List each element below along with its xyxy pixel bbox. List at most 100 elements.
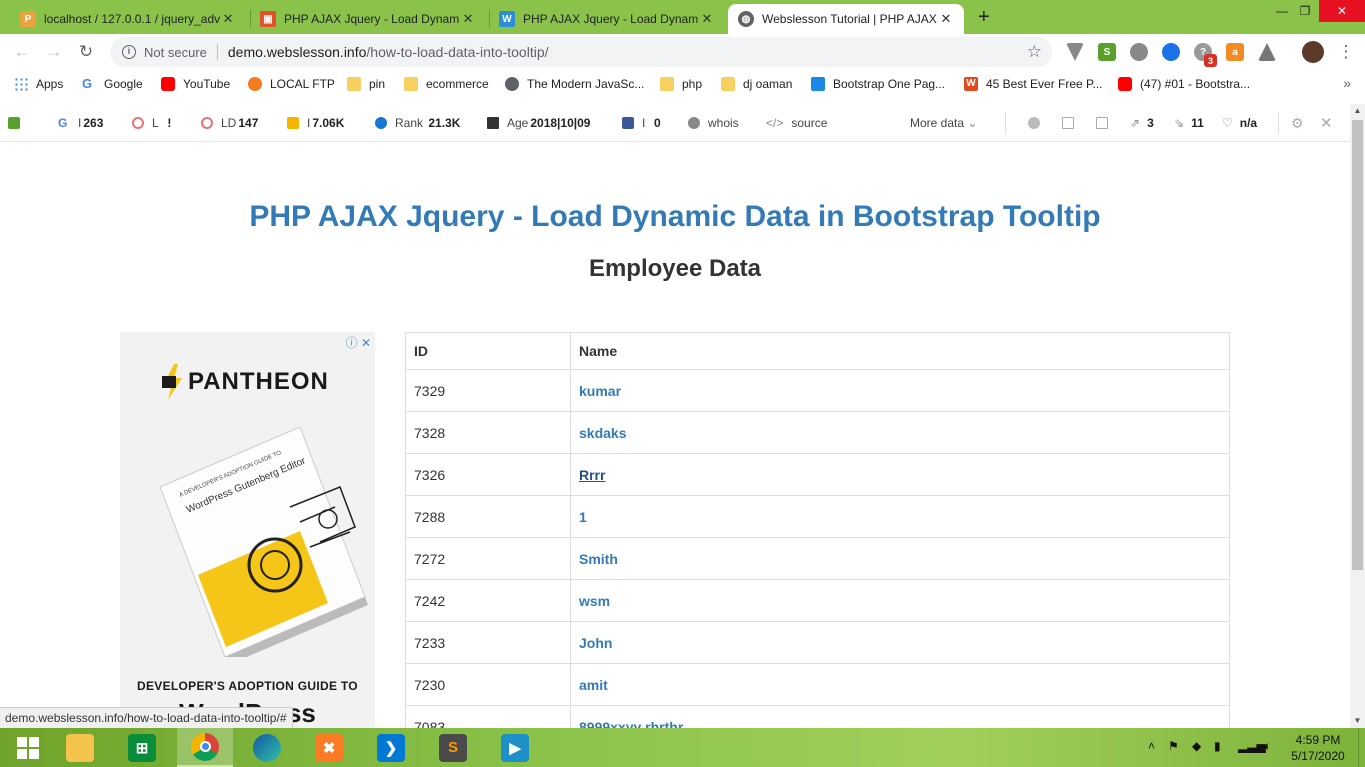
page-scrollbar[interactable]: ▲ ▼	[1350, 104, 1365, 728]
bookmark-dj-oaman[interactable]: dj oaman	[721, 75, 792, 93]
tab-phpmyadmin[interactable]: P localhost / 127.0.0.1 / jquery_adv ✕	[10, 4, 246, 34]
seo-facebook-likes[interactable]: I 0	[622, 115, 661, 131]
cell-id: 7242	[405, 579, 571, 622]
employee-name-link-hovered[interactable]: Rrrr	[579, 467, 605, 483]
seo-density-icon[interactable]	[1062, 115, 1082, 131]
bookmarks-overflow-icon[interactable]: »	[1343, 75, 1351, 91]
seo-source[interactable]: </> source	[766, 115, 827, 131]
close-tab-icon[interactable]: ✕	[699, 11, 715, 27]
seo-health[interactable]: ♡ n/a	[1222, 115, 1257, 131]
table-row: 7230 amit	[405, 663, 1230, 706]
show-desktop-button[interactable]	[1358, 728, 1365, 767]
taskbar-file-explorer[interactable]	[52, 728, 108, 767]
gear-icon[interactable]: ⚙	[1291, 115, 1304, 131]
employee-name-link[interactable]: Smith	[579, 551, 618, 567]
seo-google-index[interactable]: G I 263	[58, 115, 103, 131]
seoquake-logo-icon[interactable]	[8, 115, 28, 131]
profile-avatar[interactable]	[1302, 41, 1324, 63]
taskbar-vscode[interactable]: ❯	[363, 728, 419, 767]
folder-icon	[66, 733, 94, 762]
bookmark-youtube-bootstrap[interactable]: (47) #01 - Bootstra...	[1118, 75, 1250, 93]
youtube-icon	[161, 77, 175, 91]
windows-logo-icon	[17, 736, 39, 759]
ad-choices-icon[interactable]: ⓘ ✕	[346, 334, 371, 351]
seo-more-data-dropdown[interactable]: More data ⌄	[910, 115, 977, 131]
new-tab-button[interactable]: +	[978, 6, 990, 29]
bookmark-google[interactable]: G Google	[82, 75, 143, 93]
taskbar-sublime-text[interactable]: S	[425, 728, 481, 767]
taskbar-microsoft-store[interactable]: ⊞	[114, 728, 170, 767]
seo-domain-age[interactable]: Age 2018|10|09	[487, 115, 590, 131]
bookmark-youtube[interactable]: YouTube	[161, 75, 230, 93]
employee-name-link[interactable]: kumar	[579, 383, 621, 399]
pantheon-ad[interactable]: ⓘ ✕ PANTHEON A DEVELOPER'S ADOPTION GUID…	[120, 332, 375, 728]
status-bar-url: demo.webslesson.info/how-to-load-data-in…	[0, 707, 293, 728]
close-tab-icon[interactable]: ✕	[938, 11, 954, 27]
bookmark-pin[interactable]: pin	[347, 75, 385, 93]
scroll-down-arrow-icon[interactable]: ▼	[1350, 714, 1365, 728]
seoquake-extension-icon[interactable]: S	[1098, 43, 1116, 61]
seo-alexa-rank[interactable]: Rank 21.3K	[375, 115, 460, 131]
taskbar-video-editor[interactable]: ▶	[487, 728, 543, 767]
seo-page-icon[interactable]	[1096, 115, 1116, 131]
tab-php-ajax-1[interactable]: ▣ PHP AJAX Jquery - Load Dynamic ✕	[250, 4, 486, 34]
drive-extension-icon[interactable]	[1258, 43, 1276, 61]
seo-link-domains[interactable]: LD 147	[201, 115, 258, 131]
taskbar-chrome[interactable]	[177, 728, 233, 767]
reload-icon[interactable]: ↻	[76, 42, 96, 62]
address-bar[interactable]: i Not secure demo.webslesson.info /how-t…	[110, 37, 1052, 67]
google-icon: G	[82, 76, 93, 91]
phpmyadmin-icon: P	[20, 11, 36, 27]
employee-name-link[interactable]: John	[579, 635, 612, 651]
scrollbar-thumb[interactable]	[1352, 120, 1363, 570]
bookmark-modern-javascript[interactable]: The Modern JavaSc...	[505, 75, 644, 93]
bookmark-bootstrap-one-page[interactable]: Bootstrap One Pag...	[811, 75, 945, 93]
seo-internal-links[interactable]: ⇘ 11	[1174, 115, 1204, 131]
volume-icon[interactable]: 🔈︎	[1264, 739, 1271, 754]
bookmark-apps[interactable]: Apps	[14, 75, 63, 93]
employee-name-link[interactable]: 1	[579, 509, 587, 525]
dropbox-icon[interactable]: ◆	[1192, 739, 1201, 753]
taskbar-edge[interactable]	[239, 728, 295, 767]
bookmark-ecommerce[interactable]: ecommerce	[404, 75, 489, 93]
battery-icon[interactable]: ▮	[1214, 739, 1221, 753]
seo-bing-index[interactable]: I 7.06K	[287, 115, 344, 131]
network-signal-icon[interactable]: ▂▃▅	[1238, 739, 1266, 753]
close-tab-icon[interactable]: ✕	[460, 11, 476, 27]
bookmark-45-best[interactable]: W 45 Best Ever Free P...	[964, 75, 1103, 93]
colorful-extension-icon[interactable]	[1162, 43, 1180, 61]
bookmark-local-ftp[interactable]: LOCAL FTP	[248, 75, 335, 93]
sublime-icon: S	[439, 733, 467, 762]
cell-id: 7328	[405, 411, 571, 454]
seo-whois[interactable]: whois	[688, 115, 739, 131]
not-secure-label[interactable]: Not secure	[144, 45, 207, 60]
cell-name: wsm	[570, 579, 1230, 622]
windows-start-button[interactable]	[0, 728, 56, 767]
close-window-button[interactable]: ✕	[1319, 0, 1365, 22]
tab-php-ajax-2[interactable]: W PHP AJAX Jquery - Load Dynamic ✕	[489, 4, 725, 34]
forward-arrow-icon[interactable]: →	[44, 42, 64, 62]
seo-links[interactable]: L !	[132, 115, 171, 131]
a-extension-icon[interactable]: a	[1226, 43, 1244, 61]
taskbar-clock[interactable]: 4:59 PM 5/17/2020	[1288, 732, 1348, 764]
info-icon[interactable]: i	[122, 45, 136, 59]
back-arrow-icon[interactable]: ←	[12, 42, 32, 62]
cloud-extension-icon[interactable]	[1130, 43, 1148, 61]
close-icon[interactable]: ✕	[1320, 115, 1333, 132]
flag-icon[interactable]: ⚑	[1168, 739, 1179, 753]
menu-kebab-icon[interactable]: ⋮	[1336, 42, 1356, 62]
employee-name-link[interactable]: skdaks	[579, 425, 626, 441]
xampp-icon: ✖	[315, 733, 343, 762]
bookmark-php[interactable]: php	[660, 75, 702, 93]
close-tab-icon[interactable]: ✕	[220, 11, 236, 27]
tab-webslesson-active[interactable]: ◍ Webslesson Tutorial | PHP AJAX J ✕	[728, 4, 964, 34]
employee-name-link[interactable]: amit	[579, 677, 608, 693]
scroll-up-arrow-icon[interactable]: ▲	[1350, 104, 1365, 118]
taskbar-xampp[interactable]: ✖	[301, 728, 357, 767]
employee-name-link[interactable]: wsm	[579, 593, 610, 609]
seo-external-links[interactable]: ⇗ 3	[1130, 115, 1154, 131]
vpn-extension-icon[interactable]	[1066, 43, 1084, 61]
bookmark-star-icon[interactable]: ☆	[1027, 42, 1042, 62]
tray-overflow-icon[interactable]: ˄	[1148, 739, 1155, 753]
seo-info-icon[interactable]	[1028, 115, 1048, 131]
